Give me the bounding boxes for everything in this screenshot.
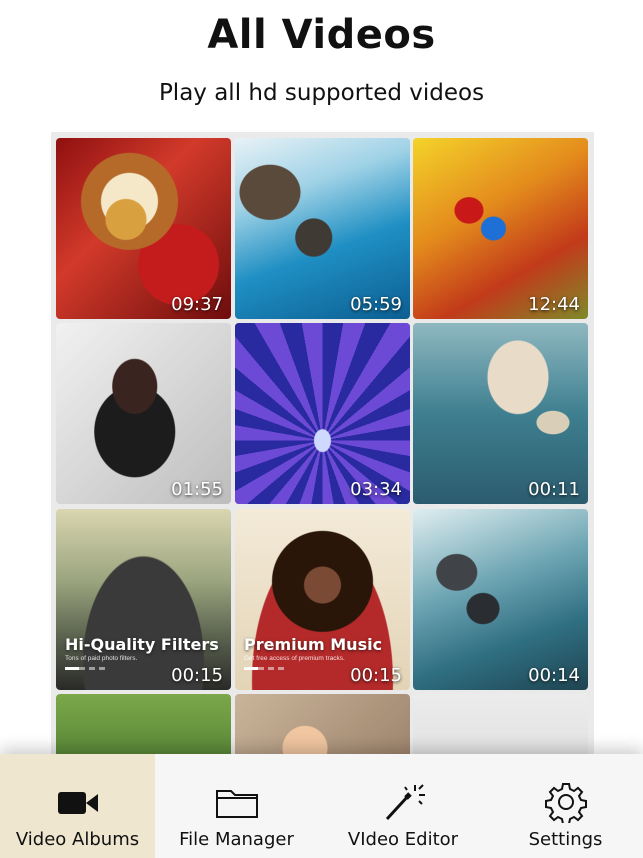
video-duration: 00:11	[528, 479, 580, 500]
thumbnail-image	[56, 323, 231, 504]
video-thumbnail[interactable]: 05:59	[235, 138, 410, 319]
video-thumbnail[interactable]: 00:11	[413, 323, 588, 504]
thumbnail-image	[413, 323, 588, 504]
video-thumbnail[interactable]: Hi-Quality Filters Tons of paid photo fi…	[56, 509, 231, 690]
video-duration: 03:34	[350, 479, 402, 500]
progress-dots	[65, 667, 125, 670]
video-duration: 09:37	[171, 294, 223, 315]
thumbnail-image	[413, 509, 588, 690]
overlay-subtitle: Get free access of premium tracks.	[244, 655, 345, 662]
tab-settings[interactable]: Settings	[488, 754, 643, 858]
magic-wand-icon	[385, 784, 425, 821]
page-header: All Videos Play all hd supported videos	[0, 0, 643, 132]
folder-icon	[215, 790, 258, 818]
thumbnail-image	[235, 138, 410, 319]
video-grid[interactable]: 09:37 05:59 12:44 01:55 03:34 00:11 Hi-Q…	[51, 132, 594, 772]
video-thumbnail[interactable]: 01:55	[56, 323, 231, 504]
tab-file-manager[interactable]: File Manager	[155, 754, 318, 858]
video-camera-icon	[57, 792, 98, 814]
video-thumbnail[interactable]: 00:14	[413, 509, 588, 690]
overlay-title: Hi-Quality Filters	[65, 635, 219, 654]
video-thumbnail[interactable]: 12:44	[413, 138, 588, 319]
video-duration: 00:15	[350, 665, 402, 686]
gear-icon	[544, 783, 587, 823]
video-duration: 00:15	[171, 665, 223, 686]
thumbnail-image	[235, 323, 410, 504]
overlay-title: Premium Music	[244, 635, 383, 654]
thumbnail-image	[56, 509, 231, 690]
video-thumbnail[interactable]: Premium Music Get free access of premium…	[235, 509, 410, 690]
bottom-tab-bar: Video Albums File Manager VIdeo Editor S…	[0, 754, 643, 858]
tab-label: Video Albums	[15, 829, 140, 850]
thumbnail-image	[413, 138, 588, 319]
page-title: All Videos	[207, 12, 436, 58]
video-duration: 12:44	[528, 294, 580, 315]
progress-dots	[244, 667, 304, 670]
thumbnail-image	[56, 138, 231, 319]
page-subtitle: Play all hd supported videos	[158, 80, 485, 106]
video-thumbnail[interactable]: 09:37	[56, 138, 231, 319]
tab-label: Settings	[528, 829, 603, 850]
overlay-subtitle: Tons of paid photo filters.	[65, 655, 138, 662]
video-duration: 00:14	[528, 665, 580, 686]
video-duration: 01:55	[171, 479, 223, 500]
video-duration: 05:59	[350, 294, 402, 315]
tab-video-albums[interactable]: Video Albums	[0, 754, 155, 858]
tab-video-editor[interactable]: VIdeo Editor	[318, 754, 488, 858]
thumbnail-image	[235, 509, 410, 690]
video-thumbnail[interactable]: 03:34	[235, 323, 410, 504]
tab-label: VIdeo Editor	[347, 829, 459, 850]
tab-label: File Manager	[179, 829, 294, 850]
